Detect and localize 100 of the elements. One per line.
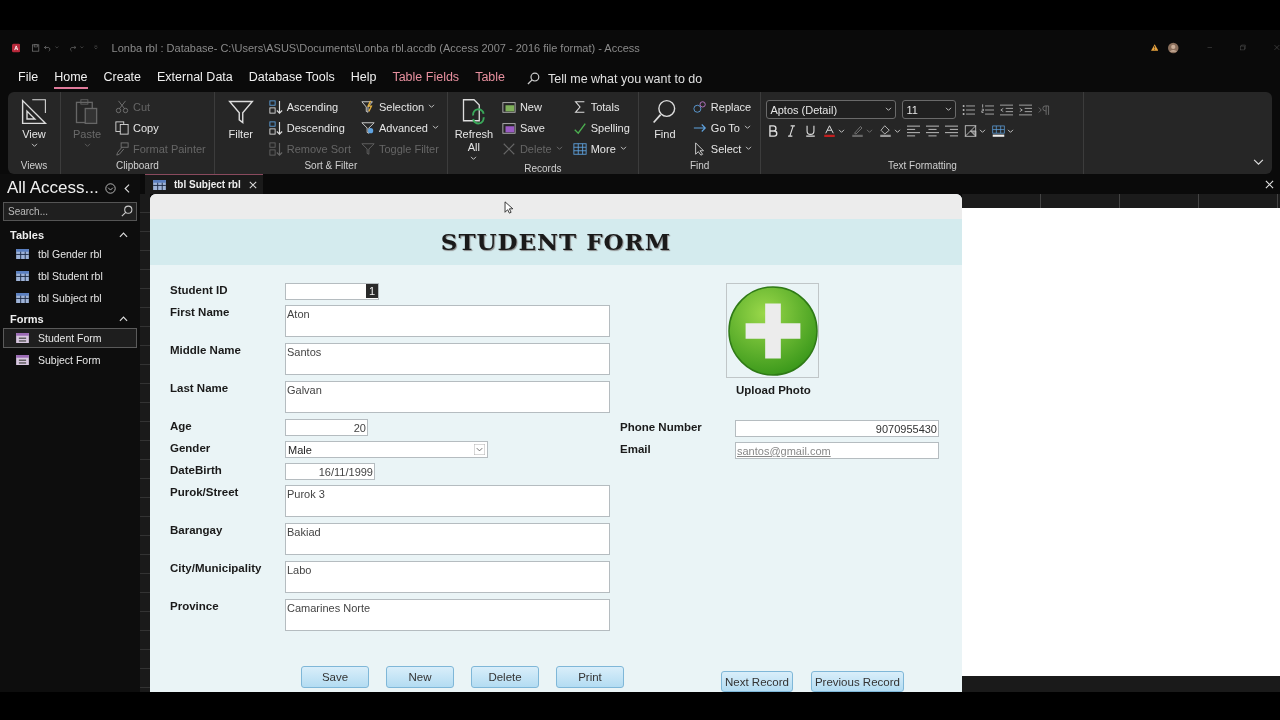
ribbon-button[interactable]: Find <box>643 96 686 160</box>
collapse-ribbon-icon[interactable] <box>1253 159 1264 166</box>
ribbon-button[interactable]: Replace <box>689 97 756 116</box>
funnel-gear-icon <box>360 120 375 135</box>
ribbon-button[interactable]: Descending <box>265 118 354 137</box>
group-label: Clipboard <box>114 160 160 173</box>
text-field[interactable]: santos@gmail.com <box>735 442 939 459</box>
paragraph-direction-icon[interactable] <box>1038 103 1052 116</box>
text-field[interactable]: Aton <box>285 305 610 337</box>
table-icon <box>16 293 29 303</box>
group-label: Records <box>523 163 563 176</box>
table-icon <box>16 271 29 281</box>
menu-tab[interactable]: Help <box>350 68 377 89</box>
numbered-list-icon[interactable] <box>981 103 995 116</box>
highlighter-icon[interactable] <box>851 125 865 137</box>
menu-tab[interactable]: Table <box>475 68 505 89</box>
text-field[interactable]: Galvan <box>285 381 610 413</box>
menu-tab[interactable]: File <box>18 68 39 89</box>
nav-item[interactable]: Student Form <box>3 328 137 348</box>
field-label: DateBirth <box>170 463 223 476</box>
menu-tab[interactable]: Database Tools <box>248 68 335 89</box>
text-field[interactable]: 1 <box>285 283 379 300</box>
nav-item[interactable]: tbl Gender rbl <box>3 244 137 264</box>
text-field[interactable]: 20 <box>285 419 368 436</box>
ribbon-button[interactable]: Ascending <box>265 97 354 116</box>
text-field[interactable]: Bakiad <box>285 523 610 555</box>
alternate-fill-icon[interactable] <box>964 125 978 137</box>
ribbon-button[interactable]: Refresh All <box>452 96 495 163</box>
record-nav-button[interactable]: Next Record <box>721 671 793 692</box>
ribbon-button[interactable]: New <box>498 97 566 116</box>
close-icon[interactable] <box>248 180 257 189</box>
text-field[interactable]: Santos <box>285 343 610 375</box>
decrease-indent-icon[interactable] <box>1000 103 1014 116</box>
plus-icon <box>727 285 818 376</box>
nav-pane-title[interactable]: All Access... <box>7 178 99 198</box>
tell-me-field[interactable]: Tell me what you want to do <box>548 71 738 86</box>
form-icon <box>16 333 29 343</box>
fill-bucket-icon[interactable] <box>879 125 893 137</box>
align-center-icon[interactable] <box>926 125 940 137</box>
sort-descending-icon <box>268 120 283 135</box>
nav-item[interactable]: tbl Student rbl <box>3 266 137 286</box>
section-header[interactable]: Tables <box>10 229 45 241</box>
caret-icon <box>431 125 439 130</box>
text-field[interactable]: 9070955430 <box>735 420 939 437</box>
bold-icon[interactable] <box>766 125 780 137</box>
record-nav-button[interactable]: Previous Record <box>810 671 904 692</box>
menu-tab[interactable]: Create <box>103 68 142 89</box>
nav-item[interactable]: Subject Form <box>3 350 137 370</box>
gridlines-icon[interactable] <box>992 125 1006 137</box>
text-field[interactable]: Camarines Norte <box>285 599 610 631</box>
caret-icon <box>470 156 478 161</box>
ribbon-button[interactable]: Selection <box>357 97 442 116</box>
group-label: Text Formatting <box>886 160 958 173</box>
underline-icon[interactable] <box>804 125 818 137</box>
ribbon-button[interactable]: View <box>13 96 55 160</box>
ribbon-button[interactable]: Filter <box>219 96 262 160</box>
bullet-list-icon[interactable] <box>962 103 976 116</box>
ribbon-button[interactable]: Select <box>689 139 756 158</box>
text-field[interactable]: Labo <box>285 561 610 593</box>
ribbon-button[interactable]: More <box>569 139 633 158</box>
font-size-combo[interactable]: 11 <box>902 100 957 119</box>
ribbon-button[interactable]: Spelling <box>569 118 633 137</box>
table-icon <box>16 249 29 259</box>
gender-dropdown[interactable]: Male <box>285 441 488 458</box>
ribbon-button[interactable]: Advanced <box>357 118 442 137</box>
menu-tab[interactable]: External Data <box>157 68 233 89</box>
field-label: Age <box>170 419 193 432</box>
font-name-combo[interactable]: Aptos (Detail) <box>766 100 897 119</box>
text-field[interactable]: Purok 3 <box>285 485 610 517</box>
menu-tab[interactable]: Home <box>54 68 88 89</box>
close-icon[interactable] <box>1265 179 1274 189</box>
search-field[interactable]: Search... <box>3 202 137 221</box>
field-label: Last Name <box>170 381 230 394</box>
mouse-cursor-icon <box>504 201 513 214</box>
align-left-icon[interactable] <box>907 125 921 137</box>
sort-eraser-icon <box>268 141 283 156</box>
caret-icon <box>745 146 753 151</box>
ribbon-button[interactable]: Go To <box>689 118 756 137</box>
ribbon-button[interactable]: Totals <box>569 97 633 116</box>
font-color-icon[interactable] <box>823 125 837 137</box>
document-tab[interactable]: tbl Subject rbl <box>145 174 263 194</box>
upload-photo-button[interactable] <box>726 283 819 378</box>
menu-tab[interactable]: Table Fields <box>392 68 460 89</box>
text-field[interactable]: 16/11/1999 <box>285 463 375 480</box>
ribbon-button[interactable]: Save <box>498 118 566 137</box>
nav-item[interactable]: tbl Subject rbl <box>3 288 137 308</box>
form-button[interactable]: Delete <box>471 666 539 688</box>
group-label: Find <box>688 160 711 173</box>
sort-ascending-icon <box>268 99 283 114</box>
chevron-icon[interactable] <box>119 316 128 322</box>
align-right-icon[interactable] <box>945 125 959 137</box>
increase-indent-icon[interactable] <box>1019 103 1033 116</box>
form-button[interactable]: Save <box>301 666 369 688</box>
form-button[interactable]: Print <box>556 666 624 688</box>
sigma-icon <box>572 99 587 114</box>
ribbon-button[interactable]: Copy <box>112 118 209 137</box>
section-header[interactable]: Forms <box>10 313 44 325</box>
dropdown-icon[interactable] <box>104 182 116 194</box>
form-button[interactable]: New <box>386 666 454 688</box>
chevron-icon[interactable] <box>119 232 128 238</box>
